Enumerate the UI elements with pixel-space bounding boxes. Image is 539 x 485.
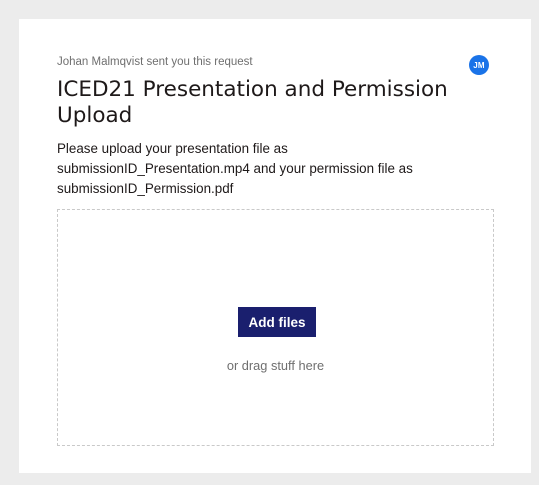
file-dropzone[interactable]: Add files or drag stuff here <box>57 209 494 446</box>
request-title: ICED21 Presentation and Permission Uploa… <box>57 77 448 128</box>
drag-hint: or drag stuff here <box>226 358 325 373</box>
sender-line: Johan Malmqvist sent you this request <box>57 56 253 68</box>
file-request-card: Johan Malmqvist sent you this request JM… <box>19 19 531 473</box>
requester-avatar: JM <box>469 55 489 75</box>
request-description: Please upload your presentation file as … <box>57 141 413 196</box>
add-files-button[interactable]: Add files <box>238 307 316 337</box>
